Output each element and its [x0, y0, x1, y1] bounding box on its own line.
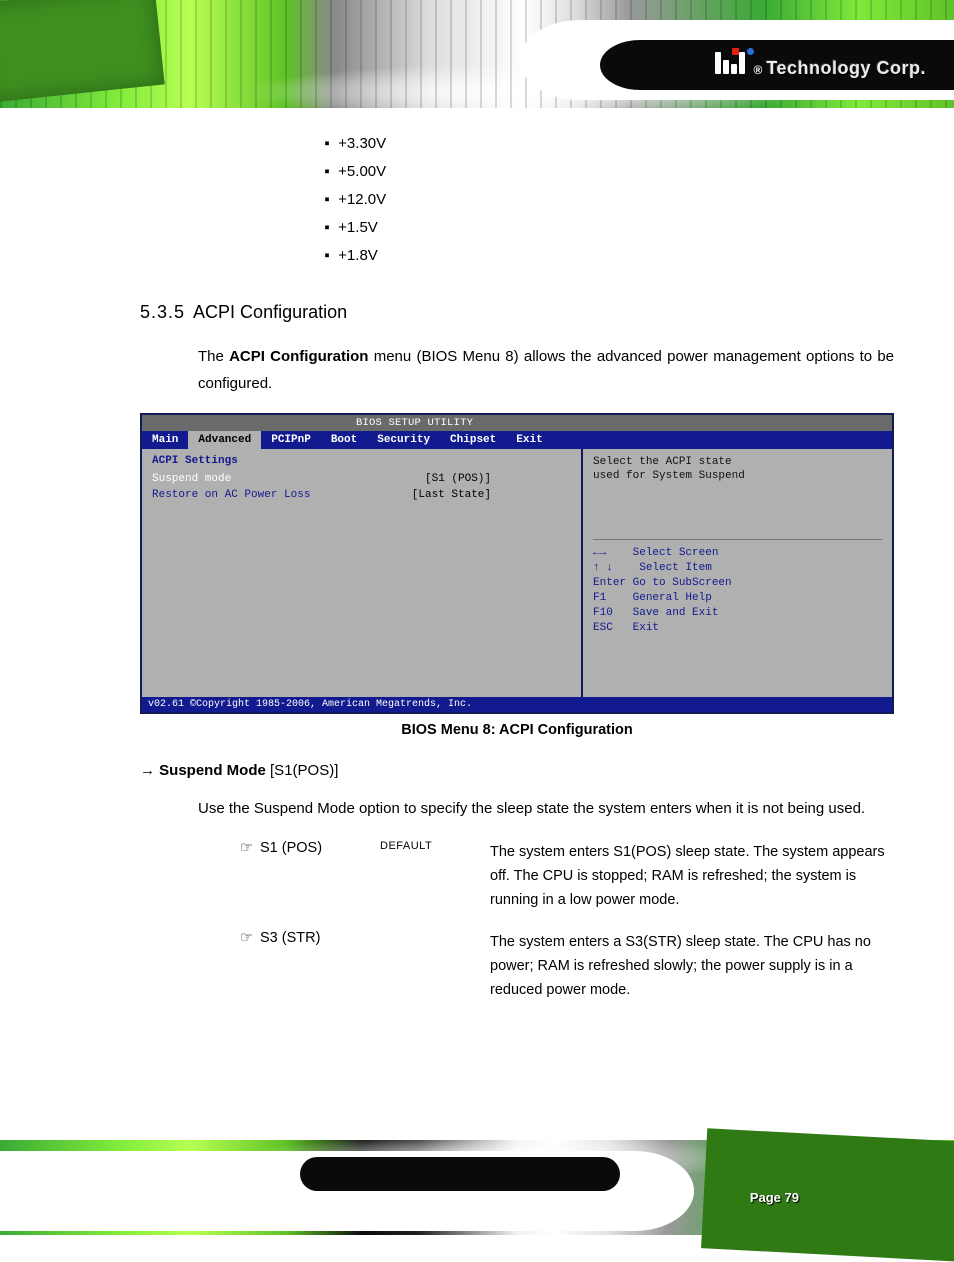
text: option to specify the sleep state the sy… — [355, 800, 865, 817]
intro-paragraph: The ACPI Configuration menu (BIOS Menu 8… — [198, 343, 894, 397]
key-hint: F1 General Help — [593, 591, 882, 606]
option-value-row: ☞ S1 (POS) DEFAULT The system enters S1(… — [240, 840, 894, 912]
section-number: 5.3.5 — [140, 302, 185, 323]
bios-pane-heading: ACPI Settings — [152, 455, 571, 467]
bios-help-pane: Select the ACPI state used for System Su… — [581, 449, 892, 697]
key-hint: Enter Go to SubScreen — [593, 576, 882, 591]
bios-help-text: Select the ACPI state used for System Su… — [593, 455, 882, 535]
option-value-name: S3 (STR) — [260, 930, 380, 946]
header-decorative-band: ® Technology Corp. — [0, 0, 954, 108]
bullet-icon: ▪ — [320, 130, 334, 158]
key-hint: ←→ Select Screen — [593, 546, 882, 561]
option-default-bracket: [S1(POS)] — [270, 762, 338, 779]
option-heading: → Suspend Mode [S1(POS)] — [140, 762, 894, 779]
voltage-list: ▪ +3.30V ▪ +5.00V ▪ +12.0V ▪ +1.5V ▪ +1.… — [320, 130, 894, 270]
bullet-icon: ▪ — [320, 214, 334, 242]
bios-tab-advanced: Advanced — [188, 431, 261, 449]
bios-body: ACPI Settings Suspend mode [S1 (POS)] Re… — [142, 449, 892, 697]
bios-tab-pcipnp: PCIPnP — [261, 431, 321, 449]
bios-tab-security: Security — [367, 431, 440, 449]
bullet-icon: ▪ — [320, 242, 334, 270]
brand-logo: ® Technology Corp. — [715, 48, 926, 79]
key-hint: ESC Exit — [593, 621, 882, 636]
voltage-value: +3.30V — [338, 135, 386, 152]
text: Use the — [198, 800, 254, 817]
option-paragraph: Use the Suspend Mode option to specify t… — [198, 795, 894, 822]
page-content: ▪ +3.30V ▪ +5.00V ▪ +12.0V ▪ +1.5V ▪ +1.… — [140, 130, 894, 1020]
strong-text: ACPI Configuration — [229, 348, 368, 365]
bullet-icon: ▪ — [320, 186, 334, 214]
voltage-value: +1.5V — [338, 219, 378, 236]
footer-decorative-band — [0, 1140, 954, 1235]
voltage-item: ▪ +3.30V — [320, 130, 894, 158]
text: Select Item — [639, 562, 712, 574]
footer-dark-bar — [300, 1157, 620, 1191]
up-down-arrow-icon: ↑ ↓ — [593, 562, 613, 574]
arrow-right-icon: → — [140, 762, 159, 779]
option-name: Suspend Mode — [159, 762, 270, 779]
voltage-value: +1.8V — [338, 247, 378, 264]
voltage-item: ▪ +5.00V — [320, 158, 894, 186]
text: Select the ACPI state — [593, 455, 882, 469]
voltage-item: ▪ +1.8V — [320, 242, 894, 270]
bios-title-bar: BIOS SETUP UTILITY — [142, 415, 892, 431]
hand-bullet-icon: ☞ — [240, 840, 260, 856]
setting-value: [Last State] — [412, 487, 491, 503]
text: used for System Suspend — [593, 469, 882, 483]
setting-label: Suspend mode — [152, 471, 231, 487]
voltage-item: ▪ +1.5V — [320, 214, 894, 242]
iei-logo-icon — [715, 48, 745, 74]
bios-tab-main: Main — [142, 431, 188, 449]
brand-name-text: Technology Corp. — [766, 58, 926, 79]
option-values-list: ☞ S1 (POS) DEFAULT The system enters S1(… — [240, 840, 894, 1002]
voltage-value: +5.00V — [338, 163, 386, 180]
bios-copyright: v02.61 ©Copyright 1985-2006, American Me… — [148, 699, 472, 710]
bios-menu-screenshot: BIOS SETUP UTILITY Main Advanced PCIPnP … — [140, 413, 894, 714]
bullet-icon: ▪ — [320, 158, 334, 186]
option-value-desc: The system enters S1(POS) sleep state. T… — [490, 840, 894, 912]
option-value-name: S1 (POS) — [260, 840, 380, 856]
header-pcb-graphic — [0, 0, 165, 103]
section-title: ACPI Configuration — [193, 302, 894, 323]
key-hint: ↑ ↓ Select Item — [593, 561, 882, 576]
bios-footer-bar: v02.61 ©Copyright 1985-2006, American Me… — [142, 697, 892, 712]
setting-value: [S1 (POS)] — [425, 471, 491, 487]
voltage-item: ▪ +12.0V — [320, 186, 894, 214]
bios-settings-pane: ACPI Settings Suspend mode [S1 (POS)] Re… — [142, 449, 581, 697]
default-tag: DEFAULT — [380, 840, 490, 852]
voltage-value: +12.0V — [338, 191, 386, 208]
left-right-arrow-icon: ←→ — [593, 547, 606, 559]
bios-tab-chipset: Chipset — [440, 431, 506, 449]
page-number: Page 79 — [750, 1190, 799, 1205]
footer-pcb-graphic — [701, 1128, 954, 1261]
figure-caption: BIOS Menu 8: ACPI Configuration — [140, 722, 894, 738]
bios-tab-boot: Boot — [321, 431, 367, 449]
bios-setting-row: Restore on AC Power Loss [Last State] — [152, 487, 571, 503]
option-value-desc: The system enters a S3(STR) sleep state.… — [490, 930, 894, 1002]
bios-tab-bar: Main Advanced PCIPnP Boot Security Chips… — [142, 431, 892, 449]
text: Select Screen — [633, 547, 719, 559]
setting-label: Restore on AC Power Loss — [152, 487, 310, 503]
section-heading: 5.3.5 ACPI Configuration — [140, 302, 894, 323]
bios-setting-row: Suspend mode [S1 (POS)] — [152, 471, 571, 487]
bios-title: BIOS SETUP UTILITY — [356, 417, 473, 429]
option-value-row: ☞ S3 (STR) The system enters a S3(STR) s… — [240, 930, 894, 1002]
divider — [593, 539, 882, 540]
hand-bullet-icon: ☞ — [240, 930, 260, 946]
bios-tab-exit: Exit — [506, 431, 552, 449]
key-hint: F10 Save and Exit — [593, 606, 882, 621]
text: menu ( — [368, 348, 421, 365]
text: The — [198, 348, 229, 365]
figure-reference: BIOS Menu 8 — [421, 348, 513, 365]
registered-symbol: ® — [753, 63, 762, 77]
strong-text: Suspend Mode — [254, 800, 355, 817]
